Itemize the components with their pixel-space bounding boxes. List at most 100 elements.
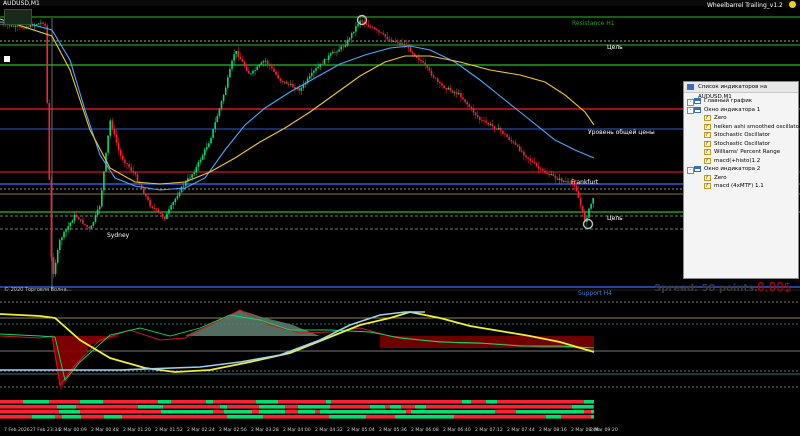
candle-body [487,122,489,125]
order-marker-icon[interactable] [4,56,10,62]
indicator-tree[interactable]: - Главный график - Окно индикатора 1 Zero hei… [684,93,800,191]
tree-item-label: Главный график [704,98,753,104]
candle-body [516,144,519,147]
candle-body [172,202,174,206]
copyright-text: © 2020 Торговля Волна... [4,287,72,293]
candle-body [521,151,523,152]
mtf-bar [315,410,320,414]
indicator-window-title-bar[interactable]: Список индикаторов на AUDUSD,M1 [684,82,798,100]
tree-item-label: Stochastic Oscillator [714,140,771,147]
time-axis-label: 27 Feb 23:34 [30,427,60,433]
mtf-bar [203,415,210,419]
candle-body [563,181,565,182]
mtf-bar [80,410,99,414]
mtf-bar [346,415,361,419]
candle-body [409,47,412,52]
mtf-bar [137,415,154,419]
candle-body [332,51,334,54]
candle-body [224,87,227,95]
candle-body [210,137,212,144]
candle-body [90,225,93,229]
indicator-list-window[interactable]: Список индикаторов на AUDUSD,M1 - Главный… [683,81,800,279]
mtf-bar [20,405,37,409]
candle-body [174,198,177,203]
candle-body [483,120,485,122]
tree-indicator-item[interactable]: macd (4xMTF) 1.1 [684,182,798,191]
candle-body [19,26,21,28]
candle-body [38,23,40,25]
candle-body [109,120,111,136]
tree-indicator-item[interactable]: macd(+histo)1.2 [684,157,798,165]
mtf-bar [359,405,370,409]
candle-body [579,197,582,206]
tree-indicator-item[interactable]: Stochastic Oscillator [684,131,798,140]
tree-indicator-item[interactable]: Stochastic Oscillator [684,140,798,148]
mtf-bar [546,415,561,419]
candle-body [42,22,44,24]
tree-item-label: Stochastic Oscillator [714,132,771,138]
candle-body [245,66,248,71]
candle-body [126,163,128,165]
candle-body [340,46,342,50]
tree-indicator-item[interactable]: Zero [684,174,798,182]
collapse-toggle-icon[interactable]: - [687,107,694,114]
candle-body [264,60,267,62]
candle-body [533,161,536,164]
candle-body [348,38,351,40]
time-axis-label: 2 Mar 08:16 [539,427,567,433]
candle-body [485,120,487,123]
tree-item-label: macd(+histo)1.2 [714,157,761,164]
candle-body [334,51,336,53]
candle-body [182,185,185,187]
candle-body [476,115,479,118]
tree-indicator-item[interactable]: Zero [684,114,798,123]
mtf-bar [229,410,252,414]
tree-indicator-item[interactable]: Williams' Percent Range [684,148,798,157]
mtf-bar [330,405,337,409]
mtf-bar [175,415,182,419]
mtf-bar [250,405,259,409]
collapse-toggle-icon[interactable]: - [687,98,694,106]
candle-body [392,41,395,42]
expert-smiley-icon[interactable] [789,1,796,8]
candle-body [82,219,84,224]
expert-label[interactable]: Wheelbarrel Trailing_v1.2 [707,2,783,9]
mtf-bar [276,410,285,414]
tree-group-item[interactable]: - Главный график [684,97,798,106]
candle-body [313,70,315,73]
mtf-bar [206,400,213,404]
one-click-trading-panel[interactable] [4,9,32,25]
tree-group-item[interactable]: - Окно индикатора 2 [684,165,798,174]
mtf-bar [158,400,171,404]
time-axis-label: 2 Mar 00:09 [59,427,87,433]
mtf-bar [199,400,206,404]
mtf-bar [526,415,535,419]
collapse-toggle-icon[interactable]: - [687,166,694,174]
mtf-bar [220,405,227,409]
mtf-bar [589,400,594,404]
candle-body [401,42,403,45]
candle-body [283,81,286,83]
candle-body [449,87,452,91]
candle-body [178,192,181,197]
candle-body [189,177,191,179]
tree-group-item[interactable]: - Окно индикатора 1 [684,106,798,114]
candle-body [525,155,527,158]
candle-body [218,108,221,117]
tree-indicator-item[interactable]: heiken ashi smoothed oscillator [684,123,800,131]
time-axis-label: 2 Mar 05:04 [347,427,375,433]
candle-body [308,75,311,79]
chart-canvas[interactable]: 7 Feb 2026 27 Feb 23:342 Mar 00:09 2 Mar 0… [0,0,800,436]
time-axis-label: 2 Mar 04:00 [283,427,311,433]
mtf-bar [305,415,312,419]
candle-body [151,206,153,208]
candle-body [542,168,544,171]
indicator-icon [704,140,711,148]
candle-body [128,164,130,168]
mtf-bar [435,405,452,409]
candle-body [88,227,90,229]
mtf-bar [561,415,584,419]
time-axis-label: 2 Mar 07:12 [475,427,503,433]
candle-body [447,87,450,90]
mtf-bar [213,410,224,414]
